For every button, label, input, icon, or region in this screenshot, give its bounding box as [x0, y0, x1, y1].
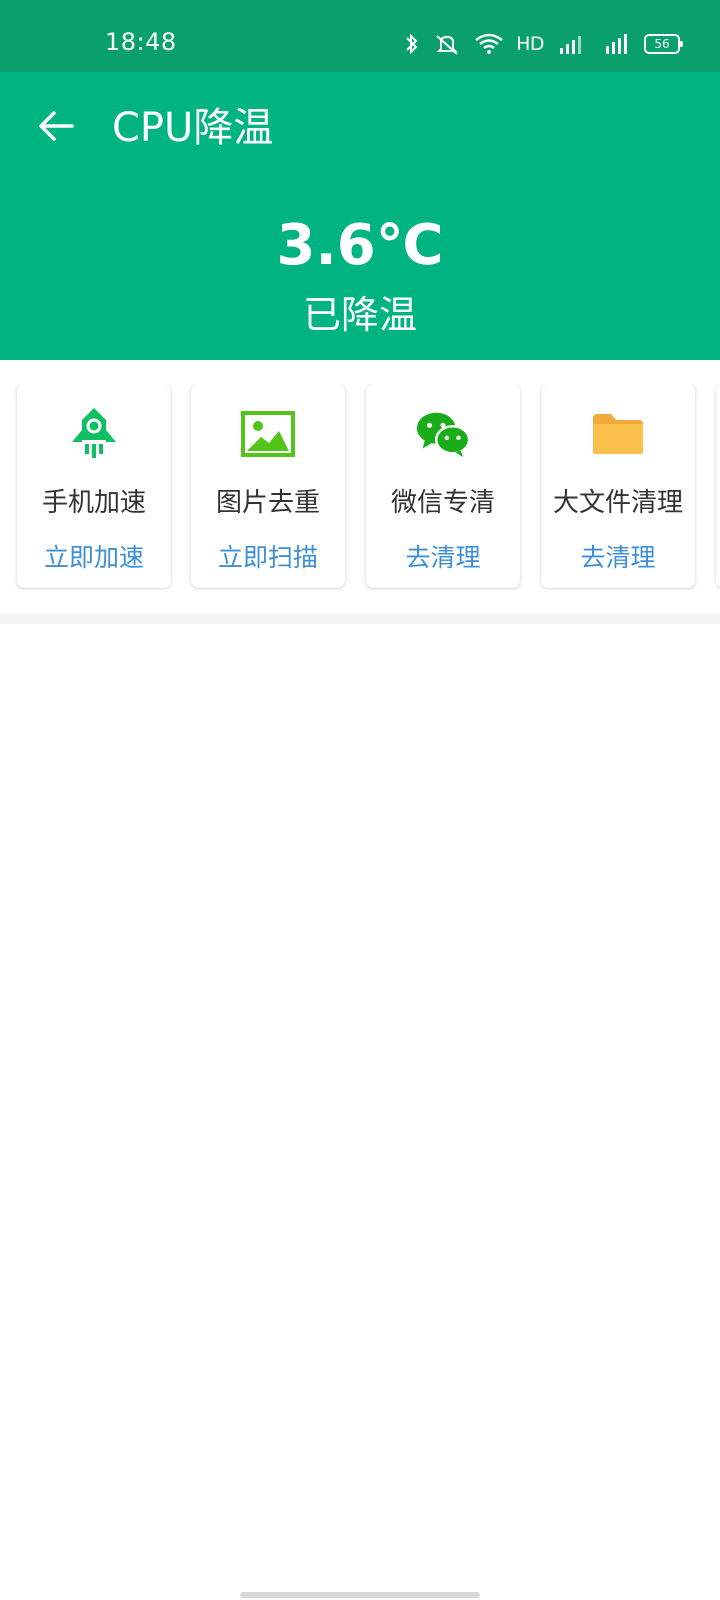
arrow-left-icon	[38, 110, 74, 146]
wifi-icon	[474, 32, 504, 56]
card-action-button[interactable]: 立即扫描	[191, 538, 345, 574]
card-phone-boost[interactable]: 手机加速 立即加速	[17, 384, 171, 588]
section-divider	[0, 614, 720, 624]
card-wechat-clean[interactable]: 微信专清 去清理	[366, 384, 520, 588]
signal-icon	[556, 32, 590, 56]
mute-icon	[432, 32, 462, 56]
temperature-status: 已降温	[302, 293, 417, 337]
card-title: 大文件清理	[552, 488, 683, 518]
status-time: 18:48	[105, 28, 177, 56]
bluetooth-icon	[404, 32, 420, 56]
card-title: 图片去重	[215, 488, 320, 518]
wechat-icon	[415, 406, 471, 462]
card-title: 手机加速	[41, 488, 146, 518]
header: CPU降温 3.6℃ 已降温	[0, 72, 720, 360]
card-large-file-clean[interactable]: 大文件清理 去清理	[541, 384, 695, 588]
feature-cards: 手机加速 立即加速 图片去重 立即扫描 微信专清 去清理 大文件清理 去清理	[0, 384, 720, 590]
status-bar: 18:48 HD 56	[0, 0, 720, 72]
network-label: HD	[516, 33, 544, 55]
card-title: 微信专清	[390, 488, 495, 518]
battery-icon: 56	[644, 34, 683, 54]
card-action-button[interactable]: 立即加速	[17, 538, 171, 574]
rocket-icon	[66, 406, 122, 462]
card-partial[interactable]	[716, 384, 720, 588]
temperature-value: 3.6℃	[276, 213, 444, 278]
card-action-button[interactable]: 去清理	[541, 538, 695, 574]
status-icons: HD 56	[404, 28, 683, 60]
folder-icon	[590, 406, 646, 462]
card-image-dedup[interactable]: 图片去重 立即扫描	[191, 384, 345, 588]
back-button[interactable]	[34, 106, 78, 150]
card-action-button[interactable]: 去清理	[366, 538, 520, 574]
signal-icon	[602, 32, 632, 56]
image-icon	[240, 406, 296, 462]
home-indicator[interactable]	[240, 1592, 480, 1598]
page-title: CPU降温	[112, 105, 274, 151]
